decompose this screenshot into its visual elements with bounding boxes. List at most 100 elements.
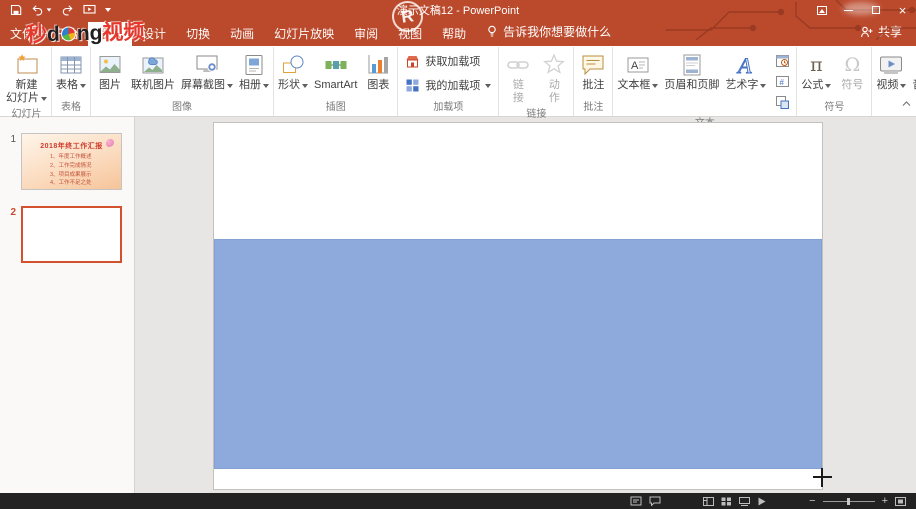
tab-review[interactable]: 审阅 xyxy=(344,22,388,46)
tell-me-box[interactable]: 告诉我你想要做什么 xyxy=(476,18,621,46)
picture-button[interactable]: 图片 xyxy=(92,48,128,92)
screenshot-button[interactable]: 屏幕截图 xyxy=(178,48,236,92)
redo-button[interactable] xyxy=(61,4,74,16)
smartart-button[interactable]: SmartArt xyxy=(311,48,360,92)
lightbulb-icon xyxy=(488,25,496,37)
customize-qat-button[interactable] xyxy=(105,8,111,12)
tab-view[interactable]: 视图 xyxy=(388,22,432,46)
slide-1-body-text: 1、年度工作概述 2、工作完成情况 3、项目成果展示 4、工作不足之处 xyxy=(50,154,92,187)
editing-canvas[interactable] xyxy=(135,117,916,493)
ribbon-group-tables: 表格 表格 xyxy=(52,47,91,116)
slide-sorter-view-button[interactable] xyxy=(721,493,732,509)
symbol-omega-icon: Ω xyxy=(844,53,861,76)
tab-insert[interactable]: 插入 xyxy=(88,22,133,46)
shapes-label: 形状 xyxy=(278,79,300,91)
dropdown-caret xyxy=(302,84,308,89)
symbol-button[interactable]: Ω 符号 xyxy=(834,48,870,92)
link-button[interactable]: 链接 xyxy=(500,48,536,105)
dropdown-caret xyxy=(900,84,907,89)
slide-1-row: 1 2018年终工作汇报 1、年度工作概述 2、工作完成情况 3、项目成果展示 … xyxy=(0,133,134,190)
ribbon-group-addins: 获取加载项 我的加载项 加载项 xyxy=(398,47,500,116)
zoom-in-button[interactable]: + xyxy=(882,495,888,507)
store-icon xyxy=(406,55,419,67)
tab-transitions[interactable]: 切换 xyxy=(176,22,220,46)
slideshow-icon xyxy=(83,4,96,14)
video-button[interactable]: 视频 xyxy=(873,48,909,92)
ribbon-display-options-button[interactable] xyxy=(808,0,835,20)
get-addins-button[interactable]: 获取加载项 xyxy=(399,49,486,73)
shapes-button[interactable]: 形状 xyxy=(275,48,311,92)
shapes-icon xyxy=(280,50,306,79)
audio-button[interactable]: 音频 xyxy=(909,48,916,92)
status-bar: − + xyxy=(0,493,916,509)
slideshow-view-button[interactable] xyxy=(757,493,767,509)
group-label-slides: 幻灯片 xyxy=(11,109,42,121)
tab-help[interactable]: 帮助 xyxy=(432,22,476,46)
dropdown-caret xyxy=(652,84,659,89)
zoom-slider[interactable] xyxy=(822,497,875,505)
tab-slideshow[interactable]: 幻灯片放映 xyxy=(264,22,344,46)
minimize-button[interactable] xyxy=(835,0,862,20)
ribbon-group-symbols: π 公式 Ω 符号 符号 xyxy=(797,47,873,116)
maximize-button[interactable] xyxy=(862,0,889,20)
comment-button[interactable]: 批注 xyxy=(575,48,611,92)
redo-icon xyxy=(62,5,73,16)
tab-design[interactable]: 设计 xyxy=(132,22,176,46)
slide-1-number: 1 xyxy=(10,134,16,145)
audio-label: 音频 xyxy=(912,79,916,92)
close-button[interactable]: × xyxy=(889,0,916,20)
chart-button[interactable]: 图表 xyxy=(360,48,396,92)
smartart-label: SmartArt xyxy=(314,79,358,91)
action-icon xyxy=(541,50,567,79)
chart-label: 图表 xyxy=(367,79,390,91)
new-slide-button[interactable]: 新建 幻灯片 xyxy=(3,48,50,105)
comments-button[interactable] xyxy=(649,493,661,509)
powerpoint-window: 演示文稿12 - PowerPoint × 文件 开始 插入 设计 切换 动画 … xyxy=(0,0,916,509)
ribbon-group-illustrations: 形状 SmartArt 图表 插图 xyxy=(274,47,399,116)
start-slideshow-button[interactable] xyxy=(83,4,96,16)
textbox-button[interactable]: A 文本框 xyxy=(614,48,661,92)
ribbon-display-options-icon xyxy=(816,5,827,15)
wordart-button[interactable]: A 艺术字 xyxy=(722,48,769,92)
textbox-icon: A xyxy=(625,50,651,79)
link-label: 链接 xyxy=(512,79,524,105)
date-time-button[interactable] xyxy=(772,51,792,69)
group-label-tables: 表格 xyxy=(61,102,81,113)
zoom-slider-thumb[interactable] xyxy=(846,497,850,505)
screenshot-icon xyxy=(194,50,220,79)
slide-number-button[interactable]: # xyxy=(772,72,792,90)
wordart-label: 艺术字 xyxy=(725,79,759,91)
photo-album-icon xyxy=(241,50,267,79)
slide-1-thumbnail[interactable]: 2018年终工作汇报 1、年度工作概述 2、工作完成情况 3、项目成果展示 4、… xyxy=(21,133,122,190)
slide-2-thumbnail[interactable] xyxy=(21,206,122,263)
my-addins-label: 我的加载项 xyxy=(425,80,481,92)
online-pictures-button[interactable]: 联机图片 xyxy=(128,48,178,92)
reading-view-button[interactable] xyxy=(739,493,751,509)
tab-home[interactable]: 开始 xyxy=(44,22,88,46)
link-icon xyxy=(505,50,531,79)
undo-button[interactable] xyxy=(31,4,52,16)
blue-rectangle-shape[interactable] xyxy=(214,239,822,469)
action-button[interactable]: 动作 xyxy=(536,48,572,105)
my-addins-button[interactable]: 我的加载项 xyxy=(399,73,497,97)
slide-editing-surface[interactable] xyxy=(213,122,823,490)
header-footer-label: 页眉和页脚 xyxy=(664,79,720,91)
object-button[interactable] xyxy=(772,93,792,111)
normal-view-button[interactable] xyxy=(703,493,715,509)
window-controls: × xyxy=(808,0,916,20)
quick-access-toolbar xyxy=(0,4,111,16)
header-footer-button[interactable]: 页眉和页脚 xyxy=(661,48,722,92)
ribbon-group-comments: 批注 批注 xyxy=(574,47,614,116)
collapse-ribbon-button[interactable] xyxy=(902,94,911,112)
notes-button[interactable] xyxy=(630,493,642,509)
share-button[interactable]: 共享 xyxy=(846,17,916,46)
equation-button[interactable]: π 公式 xyxy=(798,48,834,92)
table-button[interactable]: 表格 xyxy=(53,48,89,92)
zoom-out-button[interactable]: − xyxy=(809,495,815,507)
tab-animations[interactable]: 动画 xyxy=(220,22,264,46)
save-button[interactable] xyxy=(10,4,22,16)
tab-file[interactable]: 文件 xyxy=(0,22,44,46)
photo-album-button[interactable]: 相册 xyxy=(236,48,272,92)
fit-to-window-button[interactable] xyxy=(895,493,906,509)
undo-icon xyxy=(32,5,43,16)
